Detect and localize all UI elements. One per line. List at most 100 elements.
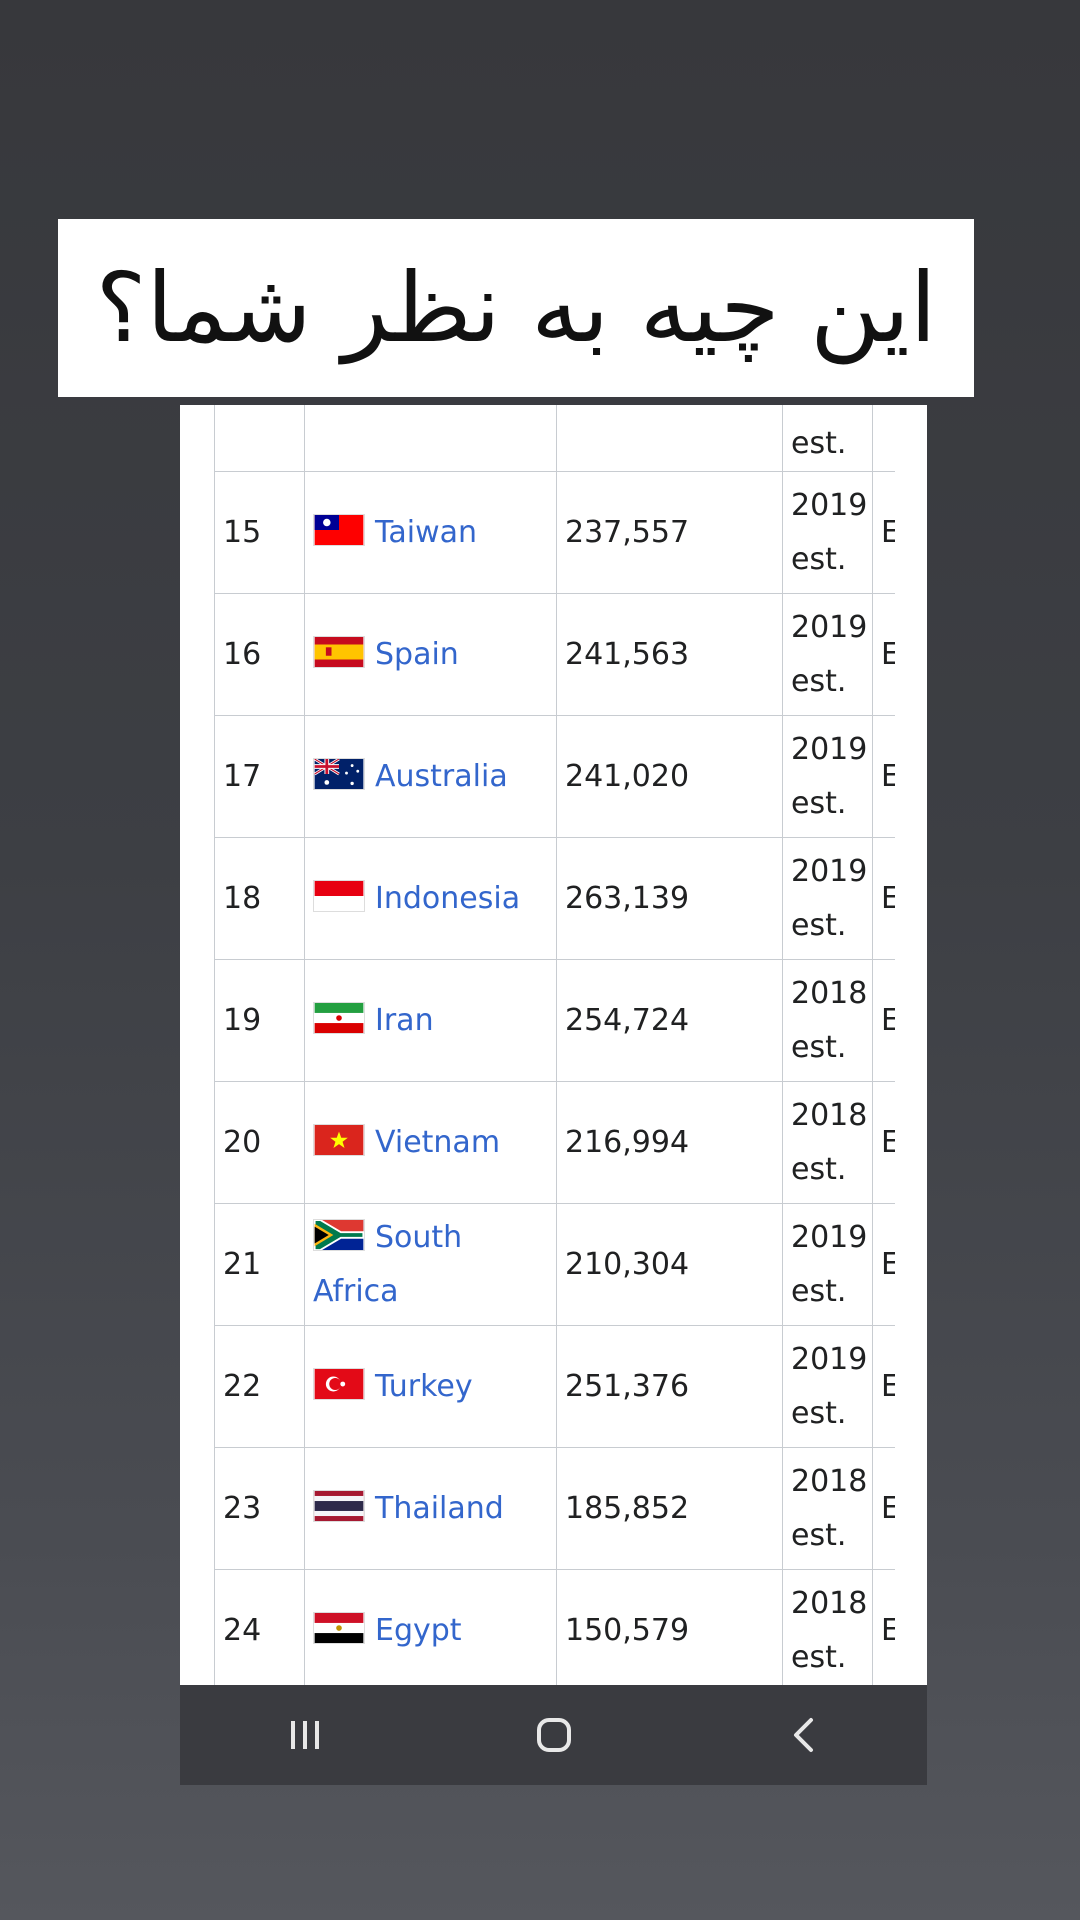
year: 2019 <box>791 487 868 523</box>
year: 2019 <box>791 1341 868 1377</box>
rank-cell: 15 <box>214 471 305 594</box>
truncated-text: E <box>881 1369 895 1404</box>
country-cell: Iran <box>304 959 557 1082</box>
country-cell: South Africa <box>304 1203 557 1326</box>
rank-cell: 21 <box>214 1203 305 1326</box>
truncated-cell: E <box>872 1569 895 1685</box>
est-label: est. <box>791 541 847 577</box>
value-cell: 150,579 <box>556 1569 783 1685</box>
country-cell: Indonesia <box>304 837 557 960</box>
country-link[interactable]: Egypt <box>375 1613 462 1648</box>
country-link[interactable]: Vietnam <box>375 1125 500 1160</box>
year-cell: 2019 est. <box>782 837 873 960</box>
value: 237,557 <box>565 514 690 550</box>
phone-screenshot: est. 15Taiwan237,5572019est.E16Spain241,… <box>180 405 927 1785</box>
country-link[interactable]: Spain <box>375 637 459 672</box>
caption-text: این چیه به نظر شما؟ <box>95 252 937 364</box>
value: 263,139 <box>565 880 690 916</box>
rank: 17 <box>223 758 262 794</box>
year-cell: 2019 est. <box>782 1325 873 1448</box>
country-link[interactable]: Taiwan <box>375 515 477 550</box>
truncated-cell: E <box>872 1203 895 1326</box>
rank-cell: 17 <box>214 715 305 838</box>
year-cell: 2019 est. <box>782 1203 873 1326</box>
rank: 21 <box>223 1246 262 1282</box>
country-link[interactable]: Indonesia <box>375 881 520 916</box>
south-africa-flag-icon <box>313 1219 365 1251</box>
truncated-text: E <box>881 637 895 672</box>
value-cell: 216,994 <box>556 1081 783 1204</box>
caption-banner: این چیه به نظر شما؟ <box>58 219 974 397</box>
rank-cell: 19 <box>214 959 305 1082</box>
vietnam-flag-icon <box>313 1124 365 1156</box>
year-cell: 2019 est. <box>782 593 873 716</box>
home-button[interactable] <box>494 1685 614 1785</box>
country-table: est. 15Taiwan237,5572019est.E16Spain241,… <box>214 405 895 1685</box>
rank-cell: 16 <box>214 593 305 716</box>
value: 251,376 <box>565 1368 690 1404</box>
table-row: 15 Taiwan 237,557 2019 est. E <box>214 471 895 594</box>
rank: 18 <box>223 880 262 916</box>
year: 2018 <box>791 975 868 1011</box>
table-row: 23 Thailand 185,852 2018 est. E <box>214 1447 895 1570</box>
value-cell: 254,724 <box>556 959 783 1082</box>
est-label: est. <box>791 1151 847 1187</box>
year: 2019 <box>791 1219 868 1255</box>
est-label: est. <box>791 1639 847 1675</box>
rank: 19 <box>223 1002 262 1038</box>
back-button[interactable] <box>743 1685 863 1785</box>
year-cell: 2019 est. <box>782 471 873 594</box>
value-cell: 237,557 <box>556 471 783 594</box>
year-cell: 2018 est. <box>782 1081 873 1204</box>
country-cell: Turkey <box>304 1325 557 1448</box>
value-cell: 210,304 <box>556 1203 783 1326</box>
egypt-flag-icon <box>313 1612 365 1644</box>
year: 2019 <box>791 853 868 889</box>
year-cell: 2019 est. <box>782 715 873 838</box>
rank: 20 <box>223 1124 262 1160</box>
rank-cell: 23 <box>214 1447 305 1570</box>
taiwan-flag-icon <box>313 514 365 546</box>
est-label: est. <box>791 1029 847 1065</box>
truncated-cell: E <box>872 837 895 960</box>
iran-flag-icon <box>313 1002 365 1034</box>
australia-flag-icon <box>313 758 365 790</box>
table-row: 18 Indonesia 263,139 2019 est. E <box>214 837 895 960</box>
thailand-flag-icon <box>313 1490 365 1522</box>
truncated-text: E <box>881 1003 895 1038</box>
indonesia-flag-icon <box>313 880 365 912</box>
year-cell: 2018 est. <box>782 1569 873 1685</box>
country-cell: Vietnam <box>304 1081 557 1204</box>
value: 216,994 <box>565 1124 690 1160</box>
truncated-text: E <box>881 1613 895 1648</box>
country-cell: Thailand <box>304 1447 557 1570</box>
value-cell: 263,139 <box>556 837 783 960</box>
truncated-text: E <box>881 1247 895 1282</box>
year-cell: 2018 est. <box>782 1447 873 1570</box>
recent-apps-button[interactable] <box>245 1685 365 1785</box>
year-cell: 2018 est. <box>782 959 873 1082</box>
country-cell: Spain <box>304 593 557 716</box>
est-label: est. <box>791 785 847 821</box>
table-row: 22 Turkey 251,376 2019 est. E <box>214 1325 895 1448</box>
country-link[interactable]: Iran <box>375 1003 434 1038</box>
country-cell: Egypt <box>304 1569 557 1685</box>
wiki-table-view[interactable]: est. 15Taiwan237,5572019est.E16Spain241,… <box>180 405 927 1685</box>
truncated-text: E <box>881 1125 895 1160</box>
rank-cell: 20 <box>214 1081 305 1204</box>
table-row: 17 Australia 241,020 2019 est. E <box>214 715 895 838</box>
country-link[interactable]: Turkey <box>375 1369 473 1404</box>
truncated-cell: E <box>872 593 895 716</box>
year: 2019 <box>791 609 868 645</box>
table-row: 21 South Africa210,304 2019 est. E <box>214 1203 895 1326</box>
country-cell: Australia <box>304 715 557 838</box>
year: 2018 <box>791 1097 868 1133</box>
country-link[interactable]: Thailand <box>375 1491 504 1526</box>
value: 185,852 <box>565 1490 690 1526</box>
est-label: est. <box>791 907 847 943</box>
turkey-flag-icon <box>313 1368 365 1400</box>
est-label: est. <box>791 1517 847 1553</box>
country-link[interactable]: Australia <box>375 759 508 794</box>
country-cell: Taiwan <box>304 471 557 594</box>
home-icon <box>536 1718 571 1752</box>
